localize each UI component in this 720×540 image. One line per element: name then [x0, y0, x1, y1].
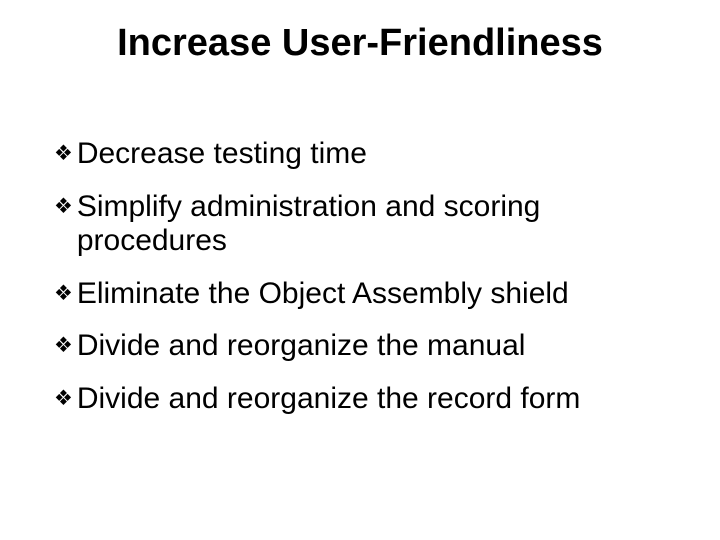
diamond-bullet-icon: ❖ [54, 192, 73, 222]
diamond-bullet-icon: ❖ [54, 331, 73, 361]
diamond-bullet-icon: ❖ [54, 139, 73, 169]
list-item-label: Divide and reorganize the manual [77, 329, 672, 364]
diamond-bullet-icon: ❖ [54, 279, 73, 309]
list-item-label: Divide and reorganize the record form [77, 382, 672, 417]
list-item-label: Eliminate the Object Assembly shield [77, 277, 672, 312]
list-item: ❖ Divide and reorganize the manual [54, 329, 672, 364]
list-item: ❖ Decrease testing time [54, 137, 672, 172]
slide: Increase User-Friendliness ❖ Decrease te… [0, 0, 720, 540]
slide-title: Increase User-Friendliness [48, 22, 672, 65]
list-item: ❖ Eliminate the Object Assembly shield [54, 277, 672, 312]
diamond-bullet-icon: ❖ [54, 384, 73, 414]
list-item-label: Decrease testing time [77, 137, 672, 172]
list-item-label: Simplify administration and scoring proc… [77, 190, 672, 259]
list-item: ❖ Divide and reorganize the record form [54, 382, 672, 417]
list-item: ❖ Simplify administration and scoring pr… [54, 190, 672, 259]
bullet-list: ❖ Decrease testing time ❖ Simplify admin… [54, 137, 672, 416]
